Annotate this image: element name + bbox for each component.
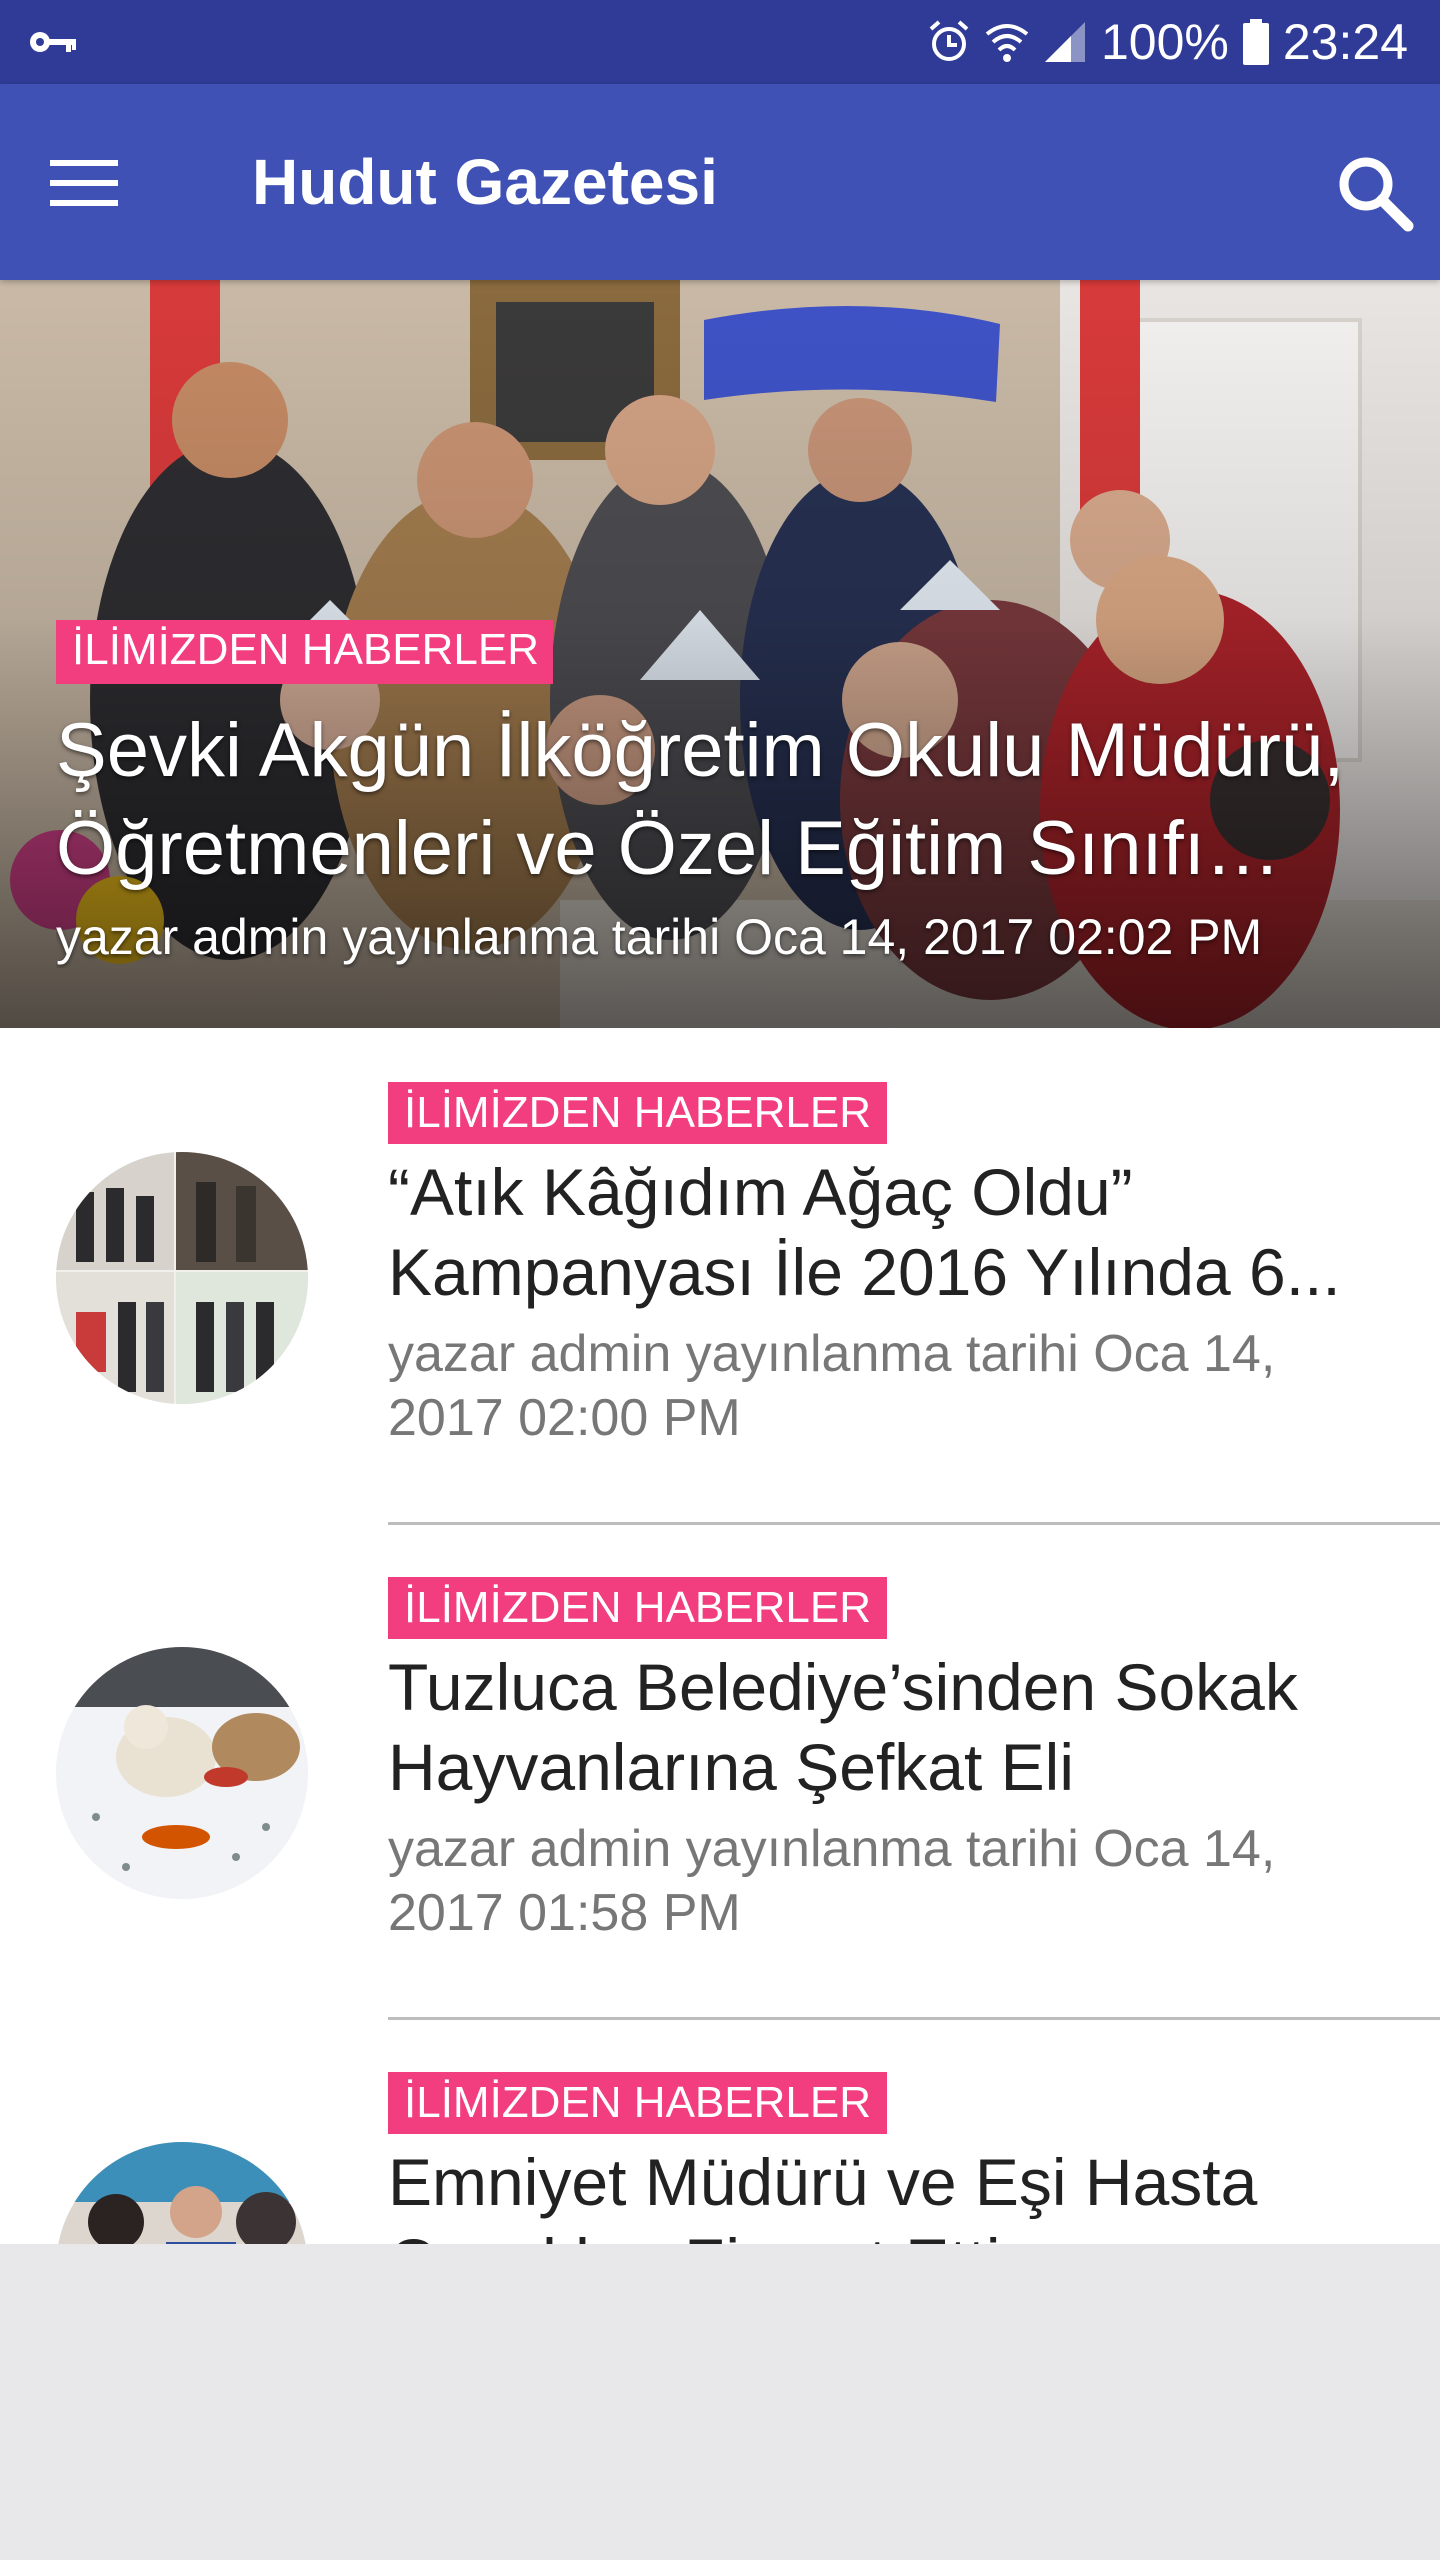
featured-article[interactable]: İLİMİZDEN HABERLER Şevki Akgün İlköğreti… <box>0 280 1440 1028</box>
article-feed[interactable]: İLİMİZDEN HABERLER Şevki Akgün İlköğreti… <box>0 280 1440 2244</box>
alarm-icon <box>927 19 971 65</box>
search-button[interactable] <box>1310 134 1420 232</box>
hamburger-menu-icon <box>50 160 118 206</box>
article-meta: yazar admin yayınlanma tarihi Oca 14, 20… <box>388 1325 1276 1447</box>
clock: 23:24 <box>1282 14 1408 70</box>
article-meta: yazar admin yayınlanma tarihi Oca 14, 20… <box>388 1820 1276 1942</box>
article-title: Emniyet Müdürü ve Eşi Hasta Çocukları Zi… <box>388 2145 1258 2244</box>
article-thumbnail <box>56 1152 308 1404</box>
list-item[interactable]: İLİMİZDEN HABERLER “Atık Kâğıdım Ağaç Ol… <box>0 1028 1440 1525</box>
article-thumbnail <box>56 2142 308 2244</box>
menu-button[interactable] <box>30 142 140 222</box>
status-bar: 100% 23:24 <box>0 0 1440 84</box>
signal-icon <box>1043 20 1087 64</box>
app-title: Hudut Gazetesi <box>252 146 718 218</box>
featured-meta: yazar admin yayınlanma tarihi Oca 14, 20… <box>56 909 1263 965</box>
app-bar: Hudut Gazetesi <box>0 84 1440 280</box>
category-badge[interactable]: İLİMİZDEN HABERLER <box>388 1082 887 1144</box>
featured-title: Şevki Akgün İlköğretim Okulu Müdürü, Öğr… <box>56 708 1345 891</box>
category-badge[interactable]: İLİMİZDEN HABERLER <box>388 2072 887 2134</box>
article-thumbnail <box>56 1647 308 1899</box>
list-item[interactable]: İLİMİZDEN HABERLER Emniyet Müdürü ve Eşi… <box>0 2018 1440 2244</box>
article-title: “Atık Kâğıdım Ağaç Oldu” Kampanyası İle … <box>388 1155 1341 1309</box>
search-icon <box>1339 157 1414 232</box>
wifi-icon <box>985 20 1029 64</box>
article-title: Tuzluca Belediye’sinden Sokak Hayvanları… <box>388 1650 1298 1804</box>
category-badge[interactable]: İLİMİZDEN HABERLER <box>388 1577 887 1639</box>
list-item[interactable]: İLİMİZDEN HABERLER Tuzluca Belediye’sind… <box>0 1523 1440 2020</box>
battery-icon <box>1242 19 1269 65</box>
empty-bottom-area <box>0 2244 1440 2560</box>
category-badge[interactable]: İLİMİZDEN HABERLER <box>56 620 553 684</box>
status-indicators: 100% 23:24 <box>927 0 1408 84</box>
battery-percent: 100% <box>1100 14 1229 70</box>
key-icon <box>26 24 80 60</box>
